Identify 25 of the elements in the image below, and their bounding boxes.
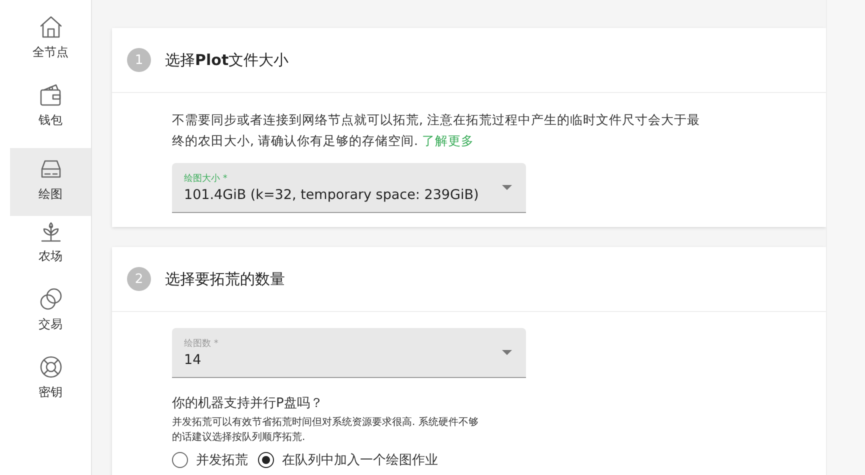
step-title: 选择Plot文件大小 <box>165 50 289 70</box>
nav-item[interactable]: 钱包 <box>10 80 91 148</box>
nav-item[interactable]: 交易 <box>10 284 91 352</box>
radio-option[interactable]: 在队列中加入一个绘图作业 <box>258 451 438 469</box>
radio-option[interactable]: 并发拓荒 <box>172 451 248 469</box>
nav-item[interactable]: 全节点 <box>10 12 91 80</box>
step-title: 选择要拓荒的数量 <box>165 270 285 288</box>
nav-item[interactable]: 密钥 <box>10 352 91 420</box>
step-number: 1 <box>127 48 151 72</box>
hint-text: 并发拓荒可以有效节省拓荒时间但对系统资源要求很高. 系统硬件不够的话建议选择按队列顺序拓荒. <box>172 416 480 445</box>
select-field[interactable]: 绘图数 * 14 <box>172 328 526 378</box>
question-text: 你的机器支持并行P盘吗？ <box>172 395 324 412</box>
caret-icon <box>502 350 512 355</box>
select-field[interactable]: 绘图大小 * 101.4GiB (k=32, temporary space: 239GiB) <box>172 163 526 213</box>
caret-icon <box>502 185 512 190</box>
nav-item[interactable]: 绘图 <box>10 148 91 216</box>
step-number: 2 <box>127 267 151 291</box>
radio-button[interactable] <box>258 452 274 468</box>
nav-item[interactable]: 农场 <box>10 216 91 284</box>
description-text: 不需要同步或者连接到网络节点就可以拓荒, 注意在拓荒过程中产生的临时文件尺寸会大于最终的农田大小, 请确认你有足够的存储空间. 了解更多 <box>172 111 701 150</box>
wallet-icon <box>38 82 64 108</box>
lifebuoy-icon <box>38 354 64 380</box>
house-icon <box>38 14 64 40</box>
radio-button[interactable] <box>172 452 188 468</box>
overlapping-circles-icon <box>38 286 64 312</box>
